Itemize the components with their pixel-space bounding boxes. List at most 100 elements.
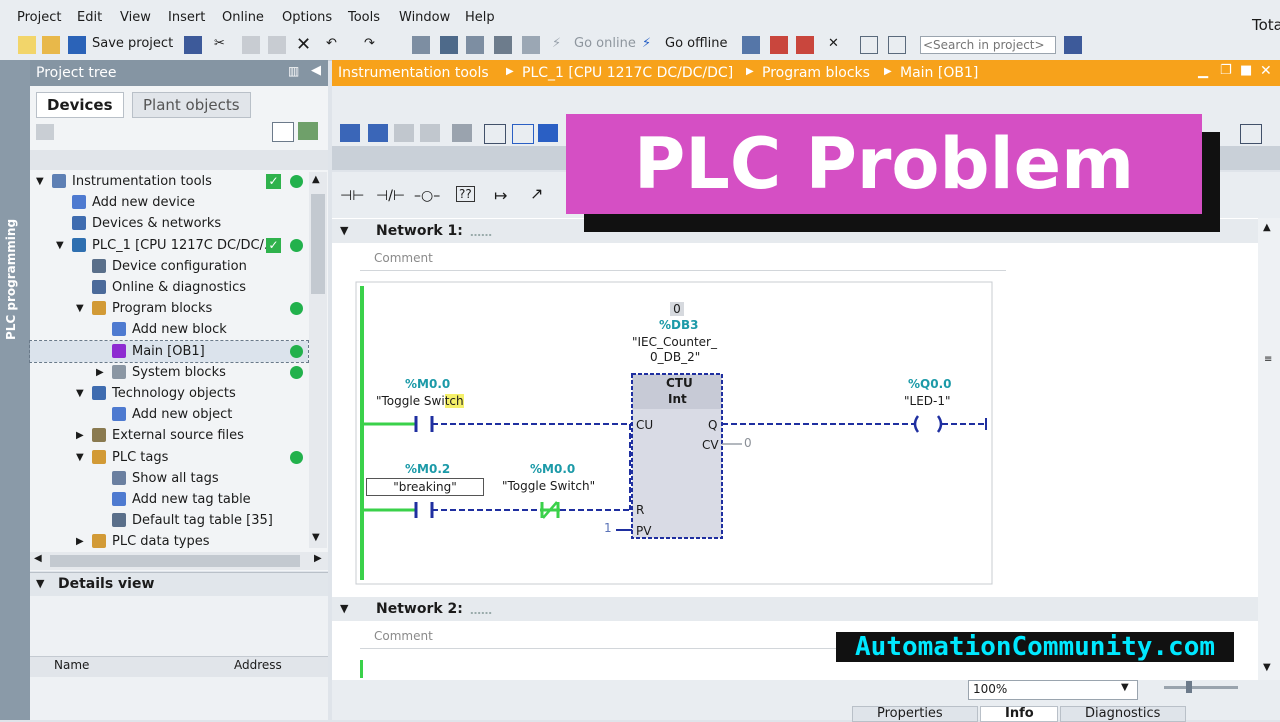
tree-item[interactable]: Main [OB1] [29, 339, 309, 363]
breadcrumb-item-1[interactable]: PLC_1 [CPU 1217C DC/DC/DC] [522, 65, 733, 81]
save-project-button[interactable]: Save project [92, 36, 173, 51]
upload-icon[interactable] [466, 36, 484, 54]
coil-left[interactable] [913, 415, 920, 433]
tree-expand-icon[interactable]: ▼ [76, 383, 84, 404]
tree-item[interactable]: ▼ Technology objects [30, 383, 308, 404]
go-online-button[interactable]: Go online [574, 36, 636, 51]
tree-item[interactable]: Show all tags [30, 468, 308, 489]
go-offline-icon[interactable]: ⚡ [642, 36, 660, 54]
tree-horizontal-scrollbar[interactable]: ◀ ▶ [30, 552, 328, 570]
menu-project[interactable]: Project [17, 10, 61, 25]
download-icon[interactable] [440, 36, 458, 54]
expand-networks-icon[interactable] [484, 124, 506, 144]
details-col-name[interactable]: Name [54, 658, 89, 672]
close-editor-icon[interactable]: ✕ [1260, 63, 1272, 79]
coil-icon[interactable]: –○– [414, 188, 440, 204]
editor-scroll-down-icon[interactable]: ▼ [1263, 662, 1271, 673]
tree-item[interactable]: ▼ Instrumentation tools ✓ [30, 171, 308, 192]
tree-expand-icon[interactable]: ▼ [36, 171, 44, 192]
search-go-icon[interactable] [1064, 36, 1082, 54]
editor-scroll-grip-icon[interactable]: ≡ [1264, 354, 1272, 365]
tab-plant-objects[interactable]: Plant objects [132, 92, 251, 118]
insert-row-icon[interactable] [394, 124, 414, 142]
minimize-icon[interactable]: ▁ [1198, 64, 1208, 79]
redo-icon[interactable]: ↷ [364, 36, 382, 54]
new-project-icon[interactable] [18, 36, 36, 54]
menu-options[interactable]: Options [282, 10, 332, 25]
tree-item[interactable]: Add new block [30, 319, 308, 340]
empty-box-icon[interactable]: ?? [456, 186, 475, 202]
close-branch-icon[interactable]: ↗ [530, 184, 543, 203]
tree-item[interactable]: ▶ System blocks [30, 362, 308, 383]
restore-icon[interactable]: ❐ [1220, 63, 1232, 78]
compile-icon[interactable] [412, 36, 430, 54]
tree-expand-icon[interactable]: ▼ [76, 298, 84, 319]
zoom-select[interactable]: 100% ▼ [968, 680, 1138, 700]
network-2-collapse-icon[interactable]: ▼ [340, 597, 348, 621]
tree-item[interactable]: Add new tag table [30, 489, 308, 510]
tree-item[interactable]: ▼ PLC_1 [CPU 1217C DC/DC/... ✓ [30, 235, 308, 256]
nc-contact-icon[interactable]: ⊣/⊢ [376, 188, 405, 204]
zoom-slider-thumb[interactable] [1186, 681, 1192, 693]
tree-item[interactable]: Device configuration [30, 256, 308, 277]
split-horizontal-icon[interactable] [860, 36, 878, 54]
pin-icon[interactable]: ▥ [288, 64, 299, 78]
editor-scroll-up-icon[interactable]: ▲ [1263, 222, 1271, 233]
cut-icon[interactable]: ✂ [214, 36, 232, 54]
tree-scroll-thumb[interactable] [311, 194, 325, 294]
no-contact-icon[interactable]: ⊣⊢ [340, 188, 364, 204]
breadcrumb-item-0[interactable]: Instrumentation tools [338, 65, 489, 81]
details-col-address[interactable]: Address [234, 658, 282, 672]
ctu-type[interactable]: Int [668, 392, 687, 406]
tree-hscroll-thumb[interactable] [50, 555, 300, 567]
search-project-input[interactable] [920, 36, 1056, 54]
open-project-icon[interactable] [42, 36, 60, 54]
open-branch-icon[interactable]: ↦ [494, 186, 507, 205]
breadcrumb-item-2[interactable]: Program blocks [762, 65, 870, 81]
print-icon[interactable] [184, 36, 202, 54]
copy-icon[interactable] [242, 36, 260, 54]
tree-item[interactable]: Default tag table [35] [30, 510, 308, 531]
coil-right[interactable] [936, 415, 943, 433]
delete-icon[interactable]: ✕ [296, 36, 314, 54]
tree-item[interactable]: ▶ External source files [30, 425, 308, 446]
details-collapse-icon[interactable]: ▼ [36, 577, 44, 590]
interface-toggle-icon[interactable] [1240, 124, 1262, 144]
zoom-slider[interactable] [1164, 681, 1238, 693]
stop-simulation-icon[interactable] [522, 36, 540, 54]
menu-help[interactable]: Help [465, 10, 495, 25]
maximize-icon[interactable]: ■ [1240, 63, 1252, 78]
scroll-down-icon[interactable]: ▼ [312, 532, 320, 543]
absolute-operands-icon[interactable] [452, 124, 472, 142]
db-name-line-1[interactable]: "IEC_Counter_ [632, 335, 717, 349]
contact-3-name[interactable]: "Toggle Switch" [502, 479, 595, 493]
stop-cpu-icon[interactable] [796, 36, 814, 54]
undo-icon[interactable]: ↶ [326, 36, 344, 54]
tree-expand-icon[interactable]: ▶ [96, 362, 104, 383]
tree-vertical-scrollbar[interactable]: ▲ ▼ [309, 172, 327, 548]
network-2-header[interactable]: ▼ Network 2: …… [332, 597, 1258, 621]
collapse-left-icon[interactable]: ◀ [311, 63, 321, 78]
pv-value[interactable]: 1 [604, 521, 612, 535]
cross-reference-icon[interactable]: ✕ [828, 36, 846, 54]
db-name-line-2[interactable]: 0_DB_2" [650, 350, 700, 364]
menu-tools[interactable]: Tools [348, 10, 380, 25]
delete-network-icon[interactable] [368, 124, 388, 142]
collapse-networks-icon[interactable] [512, 124, 534, 144]
contact-1-address[interactable]: %M0.0 [405, 377, 450, 391]
portal-side-strip[interactable]: PLC programming [0, 60, 30, 720]
tree-item[interactable]: Devices & networks [30, 213, 308, 234]
tree-item[interactable]: Online & diagnostics [30, 277, 308, 298]
zoom-dropdown-icon[interactable]: ▼ [1121, 682, 1129, 693]
scroll-up-icon[interactable]: ▲ [312, 174, 320, 185]
tab-devices[interactable]: Devices [36, 92, 124, 118]
tree-expand-icon[interactable]: ▶ [76, 531, 84, 552]
details-view-header[interactable]: ▼ Details view [30, 572, 328, 597]
tree-expand-icon[interactable]: ▶ [76, 425, 84, 446]
paste-icon[interactable] [268, 36, 286, 54]
add-view-icon[interactable] [298, 122, 318, 140]
tree-item[interactable]: ▶ PLC data types [30, 531, 308, 552]
insert-network-icon[interactable] [340, 124, 360, 142]
split-vertical-icon[interactable] [888, 36, 906, 54]
menu-window[interactable]: Window [399, 10, 450, 25]
